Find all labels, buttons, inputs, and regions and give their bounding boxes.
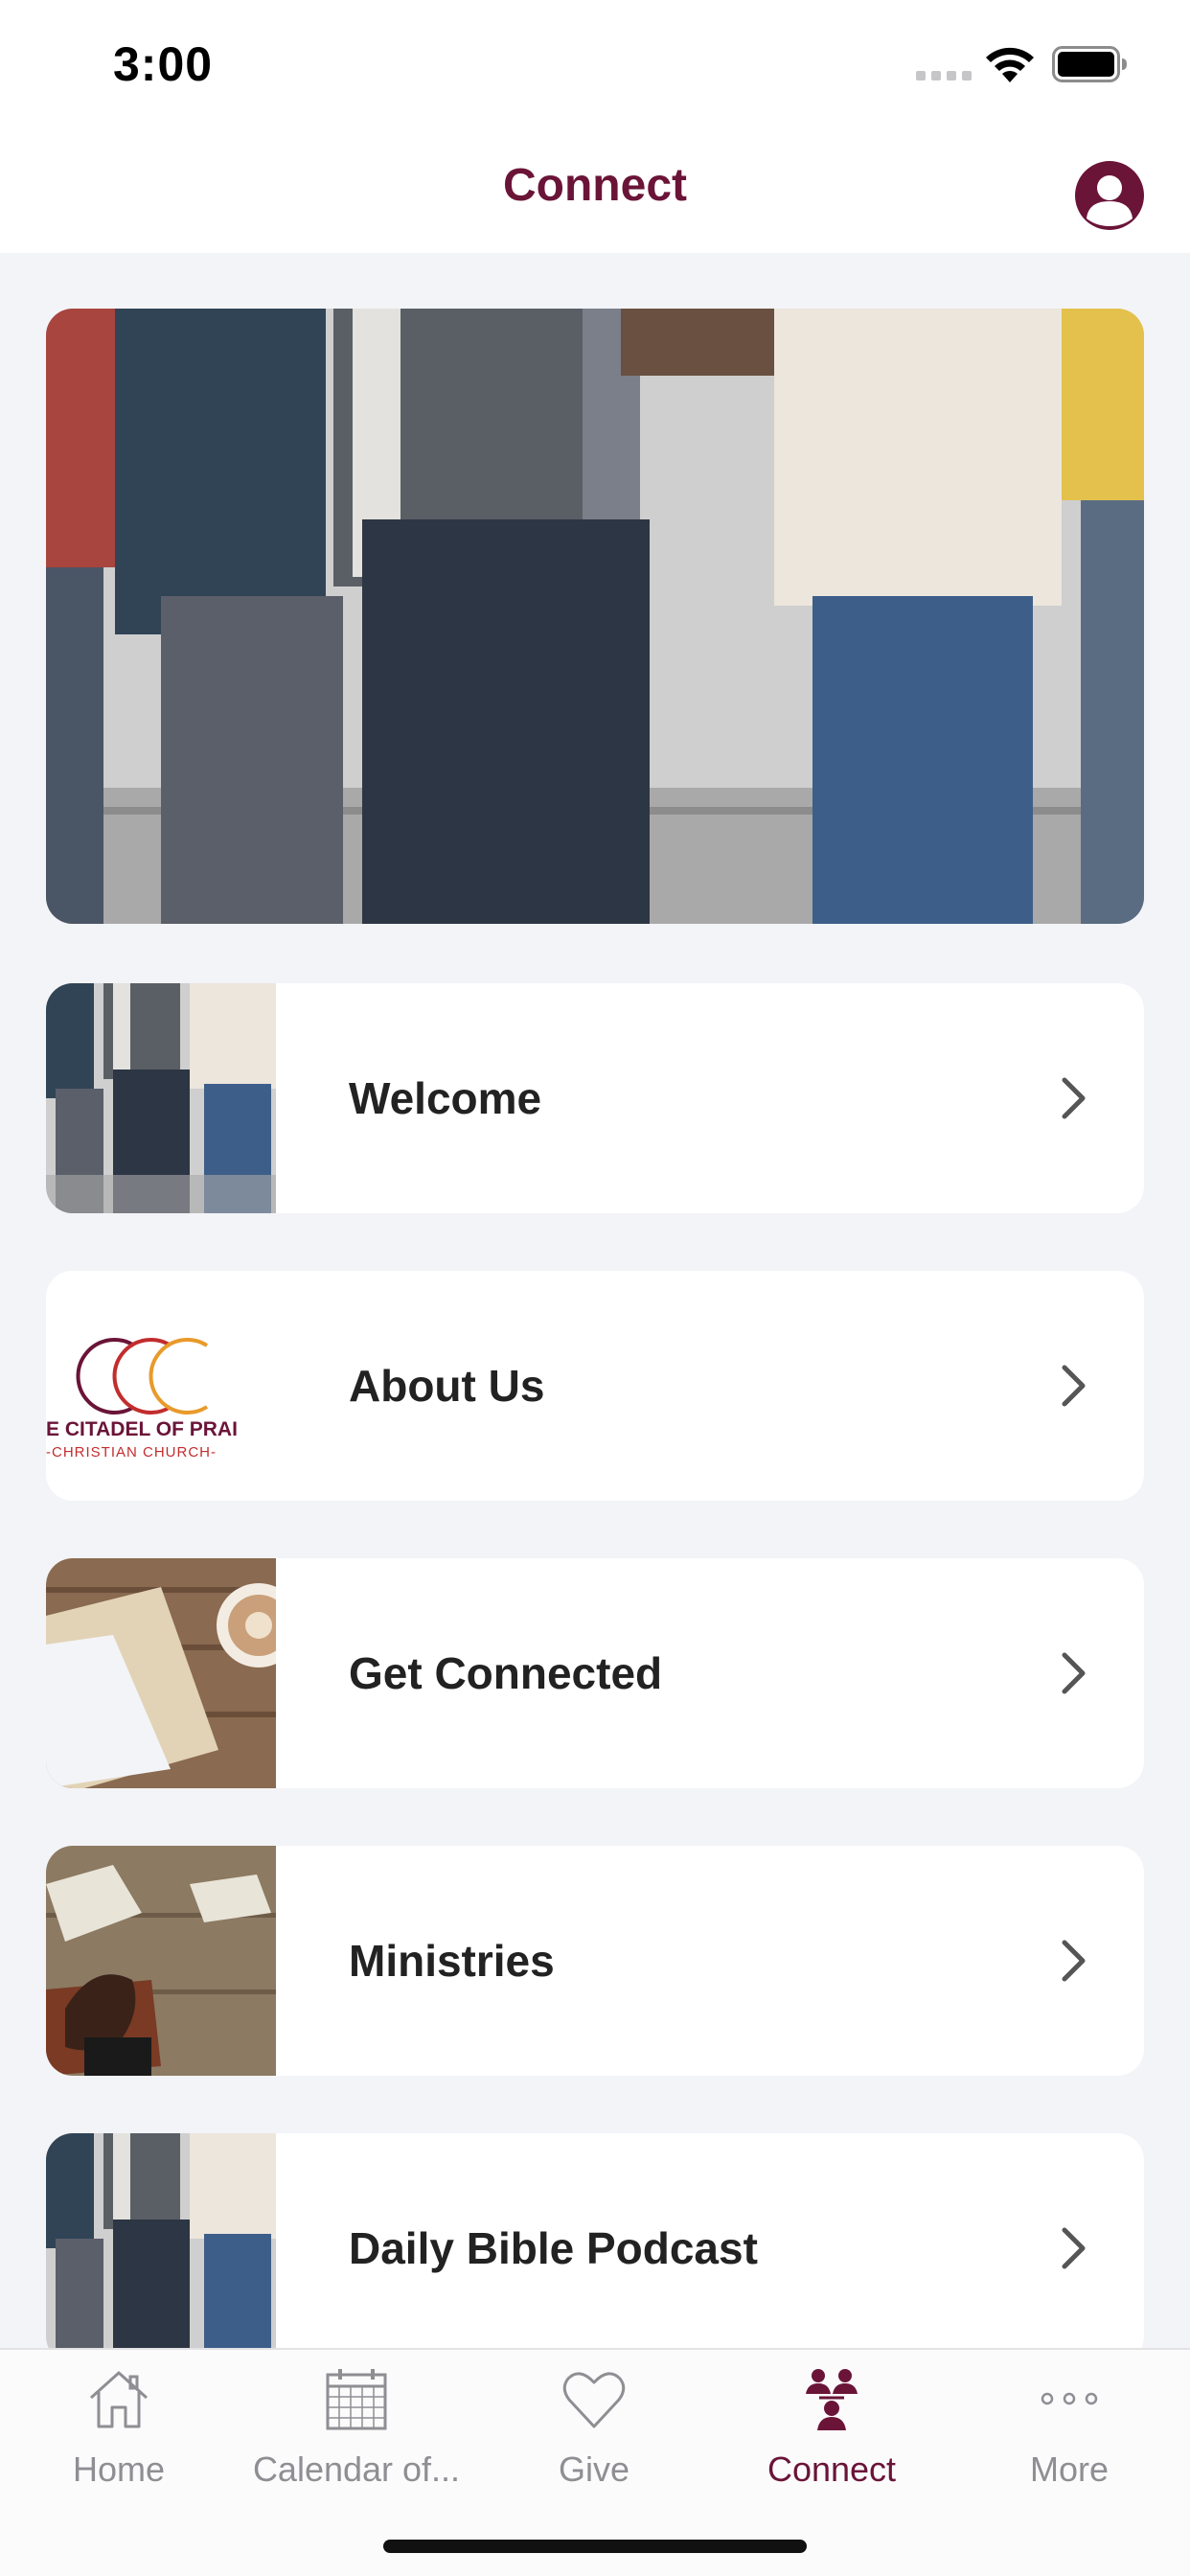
tab-label: Give xyxy=(558,2450,630,2489)
chevron-right-icon xyxy=(1062,1652,1086,1694)
tab-connect[interactable]: Connect xyxy=(713,2350,950,2513)
person-circle-icon xyxy=(1087,175,1133,226)
tab-calendar[interactable]: Calendar of... xyxy=(238,2350,475,2513)
tab-more[interactable]: More xyxy=(950,2350,1188,2513)
hero-image xyxy=(46,309,1144,924)
list-item-get-connected[interactable]: Get Connected xyxy=(46,1558,1144,1788)
home-indicator[interactable] xyxy=(383,2540,807,2553)
tab-label: Home xyxy=(72,2450,166,2489)
house-icon xyxy=(89,2371,149,2428)
list-item-label: About Us xyxy=(349,1361,545,1411)
chevron-right-icon xyxy=(1062,1365,1086,1407)
about-us-thumbnail: E CITADEL OF PRAI -CHRISTIAN CHURCH- xyxy=(46,1271,276,1501)
profile-button[interactable] xyxy=(1075,161,1144,230)
list-item-about-us[interactable]: E CITADEL OF PRAI -CHRISTIAN CHURCH- Abo… xyxy=(46,1271,1144,1501)
tab-give[interactable]: Give xyxy=(475,2350,713,2513)
get-connected-thumbnail xyxy=(46,1558,276,1788)
ministries-thumbnail xyxy=(46,1846,276,2076)
page-title: Connect xyxy=(503,160,687,211)
tab-home[interactable]: Home xyxy=(0,2350,238,2513)
people-group-icon xyxy=(806,2369,858,2430)
coffee-notebook-photo xyxy=(46,1558,276,1788)
list-item-welcome[interactable]: Welcome xyxy=(46,983,1144,1213)
chevron-right-icon xyxy=(1062,2227,1086,2269)
list-item-label: Ministries xyxy=(349,1936,555,1986)
calendar-icon xyxy=(326,2369,387,2430)
welcome-thumbnail xyxy=(46,983,276,1213)
tab-label: Connect xyxy=(767,2450,897,2489)
chevron-right-icon xyxy=(1062,1940,1086,1982)
list-item-daily-bible-podcast[interactable]: Daily Bible Podcast xyxy=(46,2133,1144,2363)
logo-text-line-2: -CHRISTIAN CHURCH- xyxy=(46,1444,217,1460)
list-item-label: Get Connected xyxy=(349,1648,663,1698)
cellular-signal-icon xyxy=(916,71,972,80)
people-standing-photo xyxy=(46,2133,276,2363)
tab-label: Calendar of... xyxy=(252,2450,461,2489)
status-time: 3:00 xyxy=(113,37,214,91)
more-dots-icon xyxy=(1041,2392,1098,2405)
heart-icon xyxy=(562,2372,626,2428)
chevron-right-icon xyxy=(1062,1077,1086,1119)
navigation-bar: Connect xyxy=(0,134,1190,253)
logo-text-line-1: E CITADEL OF PRAI xyxy=(46,1418,238,1440)
battery-icon xyxy=(1052,46,1127,82)
status-bar: 3:00 xyxy=(0,0,1190,134)
people-standing-photo xyxy=(46,309,1144,924)
tab-label: More xyxy=(1029,2450,1110,2489)
daily-bible-podcast-thumbnail xyxy=(46,2133,276,2363)
list-item-label: Daily Bible Podcast xyxy=(349,2223,758,2273)
church-logo: E CITADEL OF PRAI -CHRISTIAN CHURCH- xyxy=(46,1338,238,1460)
list-item-label: Welcome xyxy=(349,1073,542,1123)
list-item-ministries[interactable]: Ministries xyxy=(46,1846,1144,2076)
connect-screen: 3:00 Connect Welcome E CITADEL OF PRAI -… xyxy=(0,0,1190,2576)
praying-hands-bible-photo xyxy=(46,1846,276,2076)
people-standing-photo xyxy=(46,983,276,1213)
wifi-icon xyxy=(986,47,1034,82)
